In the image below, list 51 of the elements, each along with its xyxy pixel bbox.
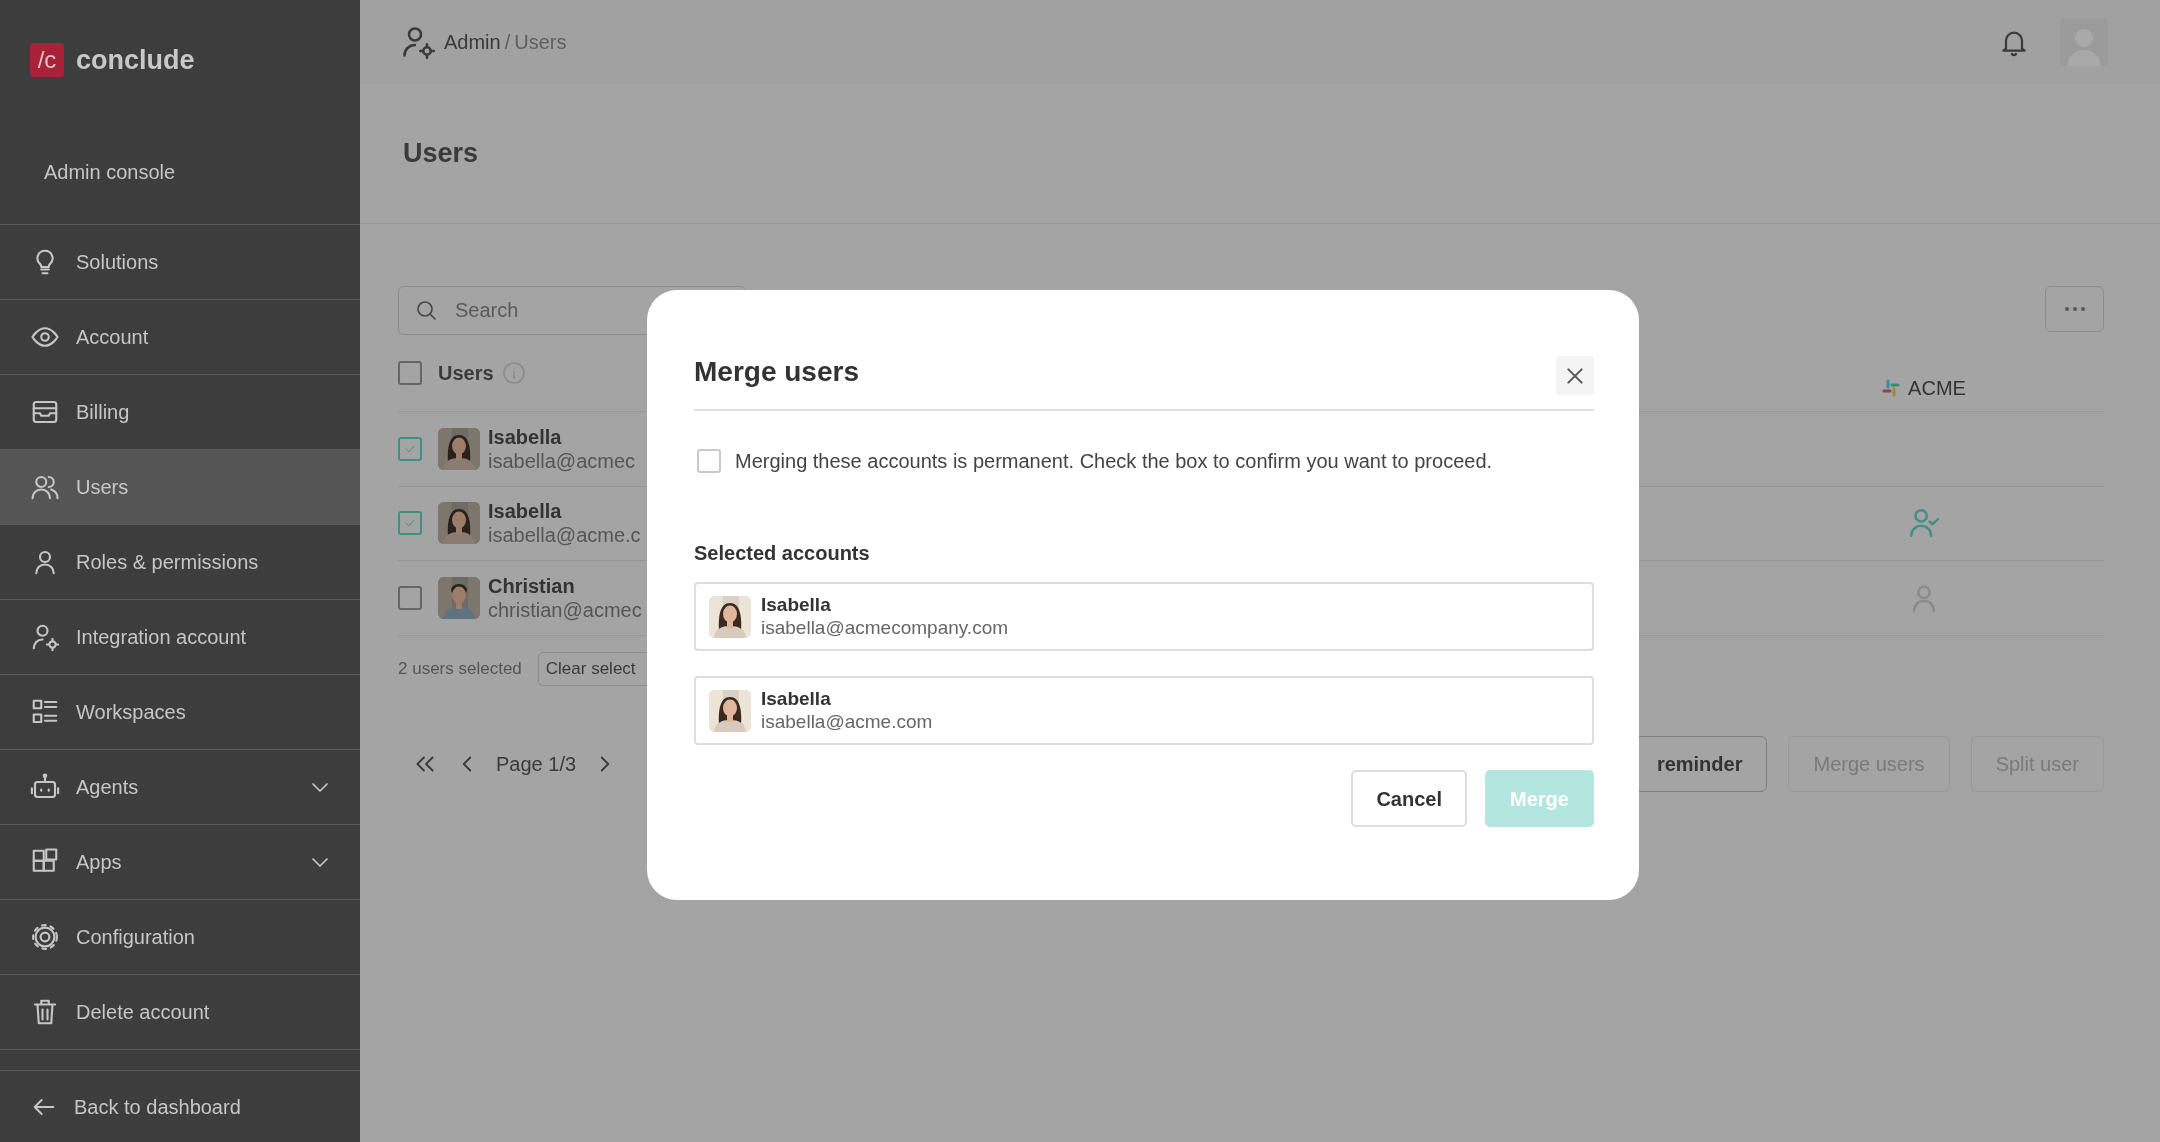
account-name: Isabella: [761, 687, 832, 711]
back-link[interactable]: Back to dashboard: [0, 1070, 360, 1142]
account-email: isabella@acmecompany.com: [761, 616, 1009, 640]
user-name: Isabella: [488, 499, 563, 524]
checkbox[interactable]: [398, 585, 422, 610]
hash-icon: [1882, 379, 1901, 397]
sidebar-item[interactable]: Agents: [0, 750, 360, 825]
breadcrumb-link[interactable]: Admin: [444, 27, 501, 57]
page-indicator: Page 1/3: [496, 751, 577, 777]
ellipsis-icon: [2063, 306, 2086, 312]
sidebar-item[interactable]: Workspaces: [0, 675, 360, 750]
sidebar-item[interactable]: Integration account: [0, 600, 360, 675]
breadcrumb-separator: /: [504, 30, 511, 55]
user-gear-icon: [400, 24, 436, 60]
gear-icon: [30, 922, 60, 952]
column-header: ACME: [1908, 376, 1966, 401]
close-button[interactable]: [1556, 356, 1594, 395]
cancel-button[interactable]: Cancel: [1351, 770, 1467, 827]
user-gear-icon: [30, 622, 60, 652]
selection-count: 2 users selected: [398, 657, 522, 680]
user-name: Christian: [488, 573, 576, 598]
account-name: Isabella: [761, 593, 832, 617]
column-header: Users: [438, 361, 494, 386]
sidebar-item[interactable]: Account: [0, 300, 360, 375]
section-title: Admin console: [44, 160, 176, 185]
sidebar-item[interactable]: Roles & permissions: [0, 525, 360, 600]
confirm-text: Merging these accounts is permanent. Check the box to confirm you want to proceed.: [735, 449, 1493, 474]
close-icon: [1565, 365, 1585, 386]
sidebar-item[interactable]: Configuration: [0, 900, 360, 975]
user-email: christian@acmec: [488, 597, 642, 622]
sidebar-item[interactable]: Users: [0, 450, 360, 525]
logo-mark: /c: [30, 43, 64, 77]
checkbox[interactable]: [398, 436, 422, 461]
user-email: isabella@acme.c: [488, 523, 641, 548]
info-icon: [501, 361, 526, 385]
dialog-title: Merge users: [694, 354, 859, 389]
user-email: isabella@acmec: [488, 448, 636, 473]
search-field[interactable]: Search: [398, 286, 746, 335]
sidebar-item[interactable]: Delete account: [0, 975, 360, 1050]
checkbox[interactable]: [398, 511, 422, 536]
breadcrumb-current: Users: [514, 30, 567, 55]
account-email: isabella@acme.com: [761, 710, 933, 734]
logo-name: conclude: [76, 43, 195, 77]
section-label: Selected accounts: [694, 541, 871, 566]
search-icon: [414, 298, 438, 322]
more-button[interactable]: [2045, 286, 2104, 332]
user-name: Isabella: [488, 424, 563, 449]
checkbox[interactable]: [398, 361, 422, 385]
sidebar-item[interactable]: Solutions: [0, 225, 360, 300]
sidebar-item[interactable]: Apps: [0, 825, 360, 900]
page-title: Users: [403, 137, 479, 170]
